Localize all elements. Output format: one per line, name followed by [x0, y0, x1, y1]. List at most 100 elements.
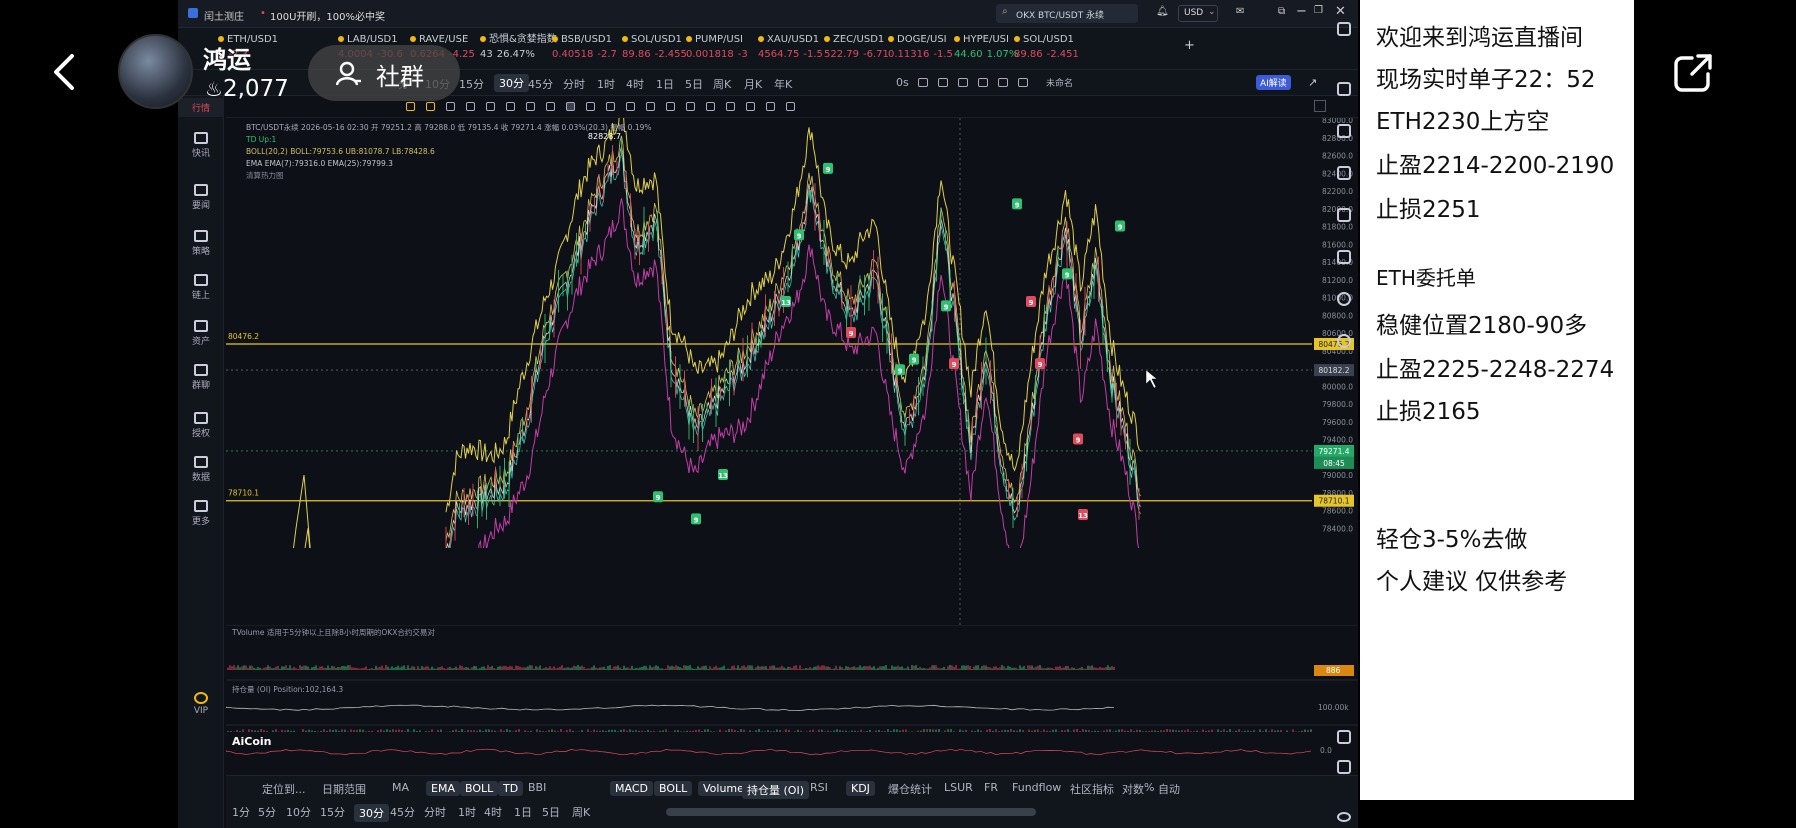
- layout-name-select[interactable]: 未命名: [1046, 76, 1073, 89]
- sidebar-item-zc[interactable]: 资产: [178, 320, 224, 347]
- ticker-item[interactable]: ZEC/USD1 522.79 -6.71: [824, 32, 889, 62]
- indicator-toggle-17[interactable]: 社区指标: [1070, 781, 1114, 797]
- expand-icon[interactable]: [1314, 100, 1326, 112]
- pencil-icon[interactable]: [938, 78, 948, 87]
- timeframe-6[interactable]: 1时: [597, 76, 615, 92]
- popout-icon[interactable]: ⧉: [1278, 6, 1285, 17]
- ticker-item[interactable]: HYPE/USI 44.60 1.07%: [954, 32, 1018, 62]
- draw-tool-0-icon[interactable]: [406, 102, 415, 111]
- clock-icon[interactable]: [1337, 208, 1351, 222]
- draw-tool-18-icon[interactable]: [766, 102, 775, 111]
- draw-tool-15-icon[interactable]: [706, 102, 715, 111]
- search-input[interactable]: ⌕ OKX BTC/USDT 永续: [996, 4, 1138, 23]
- bottom-timeframe-6[interactable]: 分时: [424, 804, 446, 820]
- indicator-toggle-15[interactable]: FR: [984, 781, 998, 794]
- sidebar-item-kx[interactable]: 快讯: [178, 132, 224, 159]
- sidebar-item-cl[interactable]: 策略: [178, 230, 224, 257]
- draw-tool-14-icon[interactable]: [686, 102, 695, 111]
- indicator-toggle-5[interactable]: TD: [498, 781, 524, 796]
- indicator-toggle-6[interactable]: BBI: [528, 781, 546, 794]
- timeframe-10[interactable]: 周K: [713, 76, 731, 92]
- indicator-toggle-2[interactable]: MA: [392, 781, 409, 794]
- draw-tool-3-icon[interactable]: [466, 102, 475, 111]
- draw-tool-19-icon[interactable]: [786, 102, 795, 111]
- ticker-item[interactable]: BSB/USD1 0.40518 -2.7: [552, 32, 617, 62]
- settings-icon[interactable]: [1337, 334, 1351, 348]
- bottom-timeframe-0[interactable]: 1分: [232, 804, 250, 820]
- add-ticker-icon[interactable]: +: [1184, 38, 1195, 53]
- orderbook-icon[interactable]: [1337, 82, 1351, 96]
- timeframe-7[interactable]: 4时: [626, 76, 644, 92]
- draw-tool-13-icon[interactable]: [666, 102, 675, 111]
- indicator-toggle-19[interactable]: %: [1144, 781, 1154, 794]
- indicator-toggle-18[interactable]: 对数: [1122, 781, 1144, 797]
- draw-tool-16-icon[interactable]: [726, 102, 735, 111]
- sidebar-item-gd[interactable]: 更多: [178, 500, 224, 527]
- sidebar-item-yw[interactable]: 要闻: [178, 184, 224, 211]
- bottom-timeframe-10[interactable]: 5日: [542, 804, 560, 820]
- maximize-icon[interactable]: ❐: [1314, 5, 1323, 16]
- draw-tool-4-icon[interactable]: [486, 102, 495, 111]
- ticker-item[interactable]: 恐惧&贪婪指数 43 26.47%: [480, 32, 557, 62]
- indicator-toggle-11[interactable]: RSI: [810, 781, 828, 794]
- draw-tool-6-icon[interactable]: [526, 102, 535, 111]
- ticker-item[interactable]: PUMP/USI 0.001818 -3: [686, 32, 748, 62]
- sidebar-item-vip[interactable]: VIP: [178, 692, 224, 716]
- indicator-toggle-12[interactable]: KDJ: [846, 781, 875, 796]
- bottom-timeframe-1[interactable]: 5分: [258, 804, 276, 820]
- bot-icon[interactable]: [1337, 292, 1351, 306]
- draw-tool-9-icon[interactable]: [586, 102, 595, 111]
- indicator-toggle-4[interactable]: BOLL: [460, 781, 499, 796]
- horizontal-scrollbar[interactable]: [666, 808, 1036, 816]
- sidebar-item-ql[interactable]: 群聊: [178, 364, 224, 391]
- timeframe-3[interactable]: 30分: [494, 74, 529, 92]
- sidebar-item-sj[interactable]: 数据: [178, 456, 224, 483]
- ticker-item[interactable]: XAU/USD1 4564.75 -1.5: [758, 32, 823, 62]
- layers-icon[interactable]: [1337, 760, 1351, 774]
- indicator-toggle-14[interactable]: LSUR: [944, 781, 973, 794]
- bottom-timeframe-5[interactable]: 45分: [390, 804, 415, 820]
- currency-select[interactable]: USD ⌄: [1178, 5, 1218, 22]
- grid-icon[interactable]: [1337, 250, 1351, 264]
- indicator-toggle-7[interactable]: MACD: [610, 781, 653, 796]
- ticker-item[interactable]: SOL/USD1 89.86 -2.451: [1014, 32, 1079, 62]
- bottom-timeframe-2[interactable]: 10分: [286, 804, 311, 820]
- assistant-icon[interactable]: [1337, 812, 1351, 822]
- timeframe-2[interactable]: 15分: [459, 76, 484, 92]
- bell-icon[interactable]: 🔔︎: [1156, 6, 1169, 17]
- community-button[interactable]: 社群: [308, 45, 460, 101]
- indicator-toggle-16[interactable]: Fundflow: [1012, 781, 1061, 794]
- bottom-timeframe-11[interactable]: 周K: [572, 804, 590, 820]
- timeframe-8[interactable]: 1日: [656, 76, 674, 92]
- draw-tool-12-icon[interactable]: [646, 102, 655, 111]
- timeframe-4[interactable]: 45分: [528, 76, 553, 92]
- mail-icon[interactable]: ✉: [1236, 6, 1244, 17]
- sidebar-item-ls[interactable]: 链上: [178, 274, 224, 301]
- ticker-item[interactable]: DOGE/USI 0.11316 -1.5: [888, 32, 953, 62]
- ticker-item[interactable]: SOL/USD1 89.86 -2.455: [622, 32, 687, 62]
- indicator-toggle-1[interactable]: 日期范围: [322, 781, 366, 797]
- ai-analysis-button[interactable]: AI解读: [1256, 75, 1291, 90]
- timeframe-11[interactable]: 月K: [744, 76, 762, 92]
- bottom-timeframe-3[interactable]: 15分: [320, 804, 345, 820]
- timeframe-5[interactable]: 分时: [563, 76, 585, 92]
- export-icon[interactable]: ↗: [1308, 76, 1317, 89]
- share-icon[interactable]: [1670, 50, 1716, 96]
- bottom-timeframe-4[interactable]: 30分: [354, 804, 389, 822]
- indicator-toggle-3[interactable]: EMA: [426, 781, 460, 796]
- close-icon[interactable]: ✕: [1335, 4, 1346, 19]
- bottom-timeframe-7[interactable]: 1时: [458, 804, 476, 820]
- layout-icon[interactable]: [1337, 22, 1351, 36]
- indicator-toggle-0[interactable]: 定位到...: [262, 781, 306, 797]
- indicator-toggle-10[interactable]: 持仓量 (OI): [742, 781, 809, 799]
- draw-tool-8-icon[interactable]: [566, 102, 575, 111]
- stats-icon[interactable]: [1337, 166, 1351, 180]
- fullscreen-icon[interactable]: [1018, 78, 1028, 87]
- draw-tool-5-icon[interactable]: [506, 102, 515, 111]
- timeframe-12[interactable]: 年K: [774, 76, 792, 92]
- draw-tool-11-icon[interactable]: [626, 102, 635, 111]
- indicator-toggle-13[interactable]: 爆仓统计: [888, 781, 932, 797]
- draw-tool-17-icon[interactable]: [746, 102, 755, 111]
- grid-small-icon[interactable]: [1337, 730, 1351, 744]
- minimize-icon[interactable]: −: [1296, 4, 1307, 19]
